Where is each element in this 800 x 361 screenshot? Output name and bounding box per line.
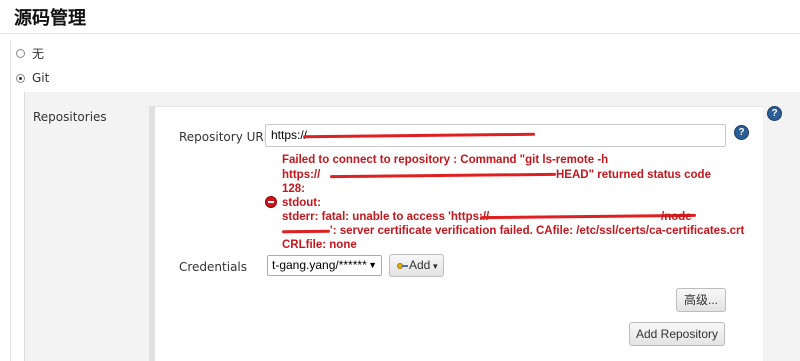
error-line: stdout: [282,197,321,209]
git-panel-guide [24,92,25,361]
help-icon[interactable]: ? [734,125,749,140]
error-line: Failed to connect to repository : Comman… [282,154,609,166]
caret-down-icon: ▼ [368,260,377,270]
error-line: 128: [282,183,306,195]
error-line: /node [661,211,692,223]
radio-none-label: 无 [32,47,45,61]
credentials-label: Credentials [179,260,248,274]
error-line: HEAD" returned status code [556,169,711,181]
add-credentials-button[interactable]: Add▼ [389,254,444,277]
advanced-button[interactable]: 高级... [676,288,726,312]
error-line: https:// [282,169,321,181]
help-icon[interactable]: ? [767,106,782,121]
section-title: 源码管理 [14,8,86,29]
radio-git[interactable]: Git [16,71,49,85]
error-line: ': server certificate verification faile… [330,225,745,237]
repository-url-value: https:// [271,128,308,142]
left-guide [10,40,11,361]
radio-none[interactable]: 无 [16,45,44,62]
repositories-label: Repositories [33,110,107,124]
key-icon [397,262,408,269]
radio-git-label: Git [32,71,50,85]
error-line: stderr: fatal: unable to access 'https:/… [282,211,490,223]
add-repository-button[interactable]: Add Repository [629,322,725,346]
error-line: CRLfile: none [282,239,357,251]
error-icon [265,196,277,208]
credentials-select[interactable]: t-gang.yang/****** ▼ [267,255,382,276]
section-divider [0,33,800,34]
radio-none-dot[interactable] [16,49,25,58]
add-credentials-label: Add [409,258,431,272]
repository-url-label: Repository URL [179,130,271,144]
credentials-selected: t-gang.yang/****** [272,258,367,272]
caret-down-icon: ▼ [431,262,440,271]
redaction-mark [281,229,331,234]
radio-git-dot[interactable] [16,73,25,83]
